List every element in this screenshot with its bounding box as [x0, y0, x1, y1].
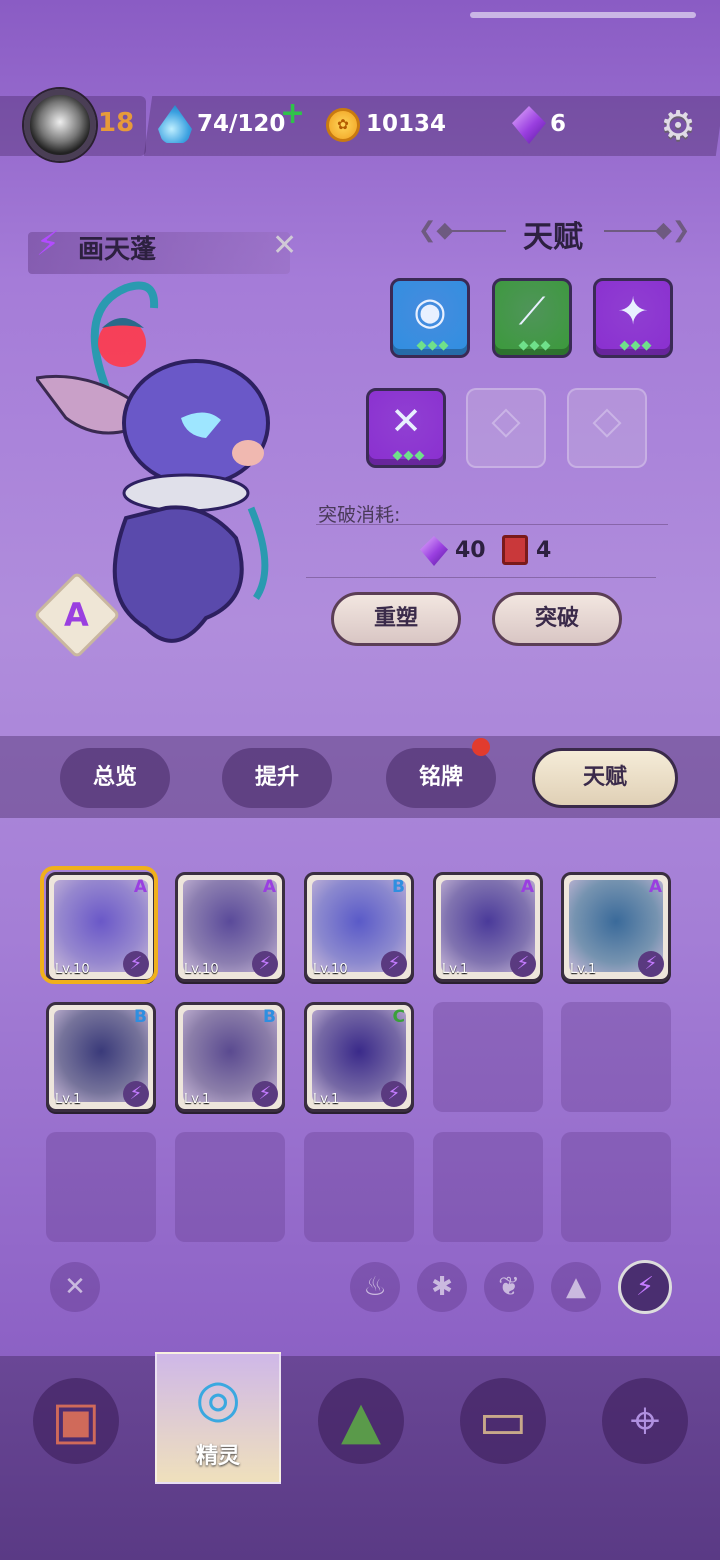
spirit-card[interactable]: A Lv.10 ⚡: [175, 872, 285, 982]
add-energy-button[interactable]: +: [280, 96, 305, 131]
map-pin-icon[interactable]: ⌖: [602, 1378, 688, 1464]
notification-dot: [472, 738, 490, 756]
player-level: 18: [98, 108, 135, 138]
leaf-filter-icon[interactable]: ❦: [484, 1262, 534, 1312]
spirit-level: Lv.1: [55, 1092, 82, 1107]
paw-coin-icon: ✿: [326, 108, 360, 142]
empty-slot: [561, 1132, 671, 1242]
clear-filter-button[interactable]: ✕: [50, 1262, 100, 1312]
spirit-rank: A: [262, 877, 276, 897]
selected-frame: [40, 866, 158, 984]
empty-slot: [175, 1132, 285, 1242]
breakthrough-cost-label: 突破消耗:: [318, 504, 401, 526]
talent-book-icon: [502, 535, 528, 565]
lightning-element-icon: ⚡: [123, 1081, 149, 1107]
spirit-card[interactable]: A Lv.1 ⚡: [433, 872, 543, 982]
tab-overview[interactable]: 总览: [60, 748, 170, 808]
talent-slot-3[interactable]: ✦ ◆◆◆: [593, 278, 673, 358]
player-avatar[interactable]: [24, 89, 96, 161]
spirit-level: Lv.1: [442, 962, 469, 977]
divider: [306, 577, 656, 578]
spirit-card[interactable]: C Lv.1 ⚡: [304, 1002, 414, 1112]
fire-filter-icon[interactable]: ♨: [350, 1262, 400, 1312]
lightning-element-icon: ⚡: [381, 1081, 407, 1107]
spirit-card[interactable]: B Lv.1 ⚡: [46, 1002, 156, 1112]
spirit-name: 画天蓬: [78, 235, 157, 265]
divider: [316, 524, 668, 525]
nav-spirit-label: 精灵: [195, 1444, 240, 1469]
cross-slash-skill-icon: ✕: [390, 399, 422, 443]
tab-talent[interactable]: 天赋: [532, 748, 678, 808]
talent-slot-5[interactable]: ◇: [466, 388, 546, 468]
gem-value: 6: [550, 111, 567, 137]
flower-filter-icon[interactable]: ✱: [417, 1262, 467, 1312]
spirit-rank: B: [263, 1007, 276, 1027]
spirit-card[interactable]: B Lv.1 ⚡: [175, 1002, 285, 1112]
sparkle-skill-icon: ✦: [617, 289, 649, 333]
console-icon[interactable]: ▣: [33, 1378, 119, 1464]
lightning-filter-icon[interactable]: ⚡: [618, 1260, 672, 1314]
spirit-level: Lv.10: [184, 962, 219, 977]
spirit-rank: C: [392, 1007, 405, 1027]
talent-level-pips: ◆◆◆: [416, 338, 450, 353]
empty-slot: [561, 1002, 671, 1112]
energy-value: 74/120: [197, 111, 286, 137]
spirit-rank: A: [520, 877, 534, 897]
spirit-level: Lv.10: [313, 962, 348, 977]
lightning-element-icon: ⚡: [381, 951, 407, 977]
spirit-level: Lv.1: [313, 1092, 340, 1107]
spirit-card[interactable]: A Lv.1 ⚡: [561, 872, 671, 982]
talent-level-pips: ◆◆◆: [518, 338, 552, 353]
lightning-element-icon: ⚡: [252, 1081, 278, 1107]
cost-book-value: 4: [536, 538, 552, 563]
lightning-element-icon: ⚡: [252, 951, 278, 977]
empty-slot: [304, 1132, 414, 1242]
claw-skill-icon: ⟋: [518, 289, 546, 333]
tab-upgrade[interactable]: 提升: [222, 748, 332, 808]
spirit-level: Lv.1: [184, 1092, 211, 1107]
talent-level-pips: ◆◆◆: [619, 338, 653, 353]
lightning-element-icon: ⚡: [36, 224, 60, 264]
cost-gem-value: 40: [455, 538, 486, 563]
talent-slot-1[interactable]: ◉ ◆◆◆: [390, 278, 470, 358]
spirit-rank: B: [134, 1007, 147, 1027]
empty-slot: [433, 1002, 543, 1112]
spirit-rank: A: [648, 877, 662, 897]
empty-slot: [46, 1132, 156, 1242]
talent-title: 天赋: [523, 220, 583, 255]
talent-level-pips: ◆◆◆: [392, 448, 426, 463]
tab-nameplate[interactable]: 铭牌: [386, 748, 496, 808]
spirit-rank: B: [392, 877, 405, 897]
chest-icon[interactable]: ▭: [460, 1378, 546, 1464]
locked-slot-icon: ◇: [491, 398, 521, 442]
talent-slot-4[interactable]: ✕ ◆◆◆: [366, 388, 446, 468]
reshape-button[interactable]: 重塑: [331, 592, 461, 646]
lightning-element-icon: ⚡: [510, 951, 536, 977]
rank-letter: A: [64, 596, 89, 634]
breakthrough-button[interactable]: 突破: [492, 592, 622, 646]
eye-skill-icon: ◉: [413, 289, 447, 333]
rock-filter-icon[interactable]: ▲: [551, 1262, 601, 1312]
coin-value: 10134: [366, 111, 447, 137]
spirit-aperture-icon[interactable]: ◎: [175, 1364, 261, 1434]
talent-slot-6[interactable]: ◇: [567, 388, 647, 468]
lightning-element-icon: ⚡: [638, 951, 664, 977]
ornament-left-icon: ❮◆: [418, 218, 454, 243]
locked-slot-icon: ◇: [592, 398, 622, 442]
close-icon[interactable]: ✕: [272, 228, 297, 263]
spirit-card[interactable]: B Lv.10 ⚡: [304, 872, 414, 982]
gear-icon[interactable]: ⚙: [656, 104, 700, 148]
talent-slot-2[interactable]: ⟋ ◆◆◆: [492, 278, 572, 358]
spirit-level: Lv.1: [570, 962, 597, 977]
purple-gem-icon: [420, 536, 448, 566]
home-indicator: [470, 12, 696, 18]
mountain-icon[interactable]: ▲: [318, 1378, 404, 1464]
ornament-right-icon: ◆❯: [655, 218, 691, 243]
resource-bar: 18 74/120 + ✿ 10134 6 ⚙: [0, 89, 720, 161]
empty-slot: [433, 1132, 543, 1242]
